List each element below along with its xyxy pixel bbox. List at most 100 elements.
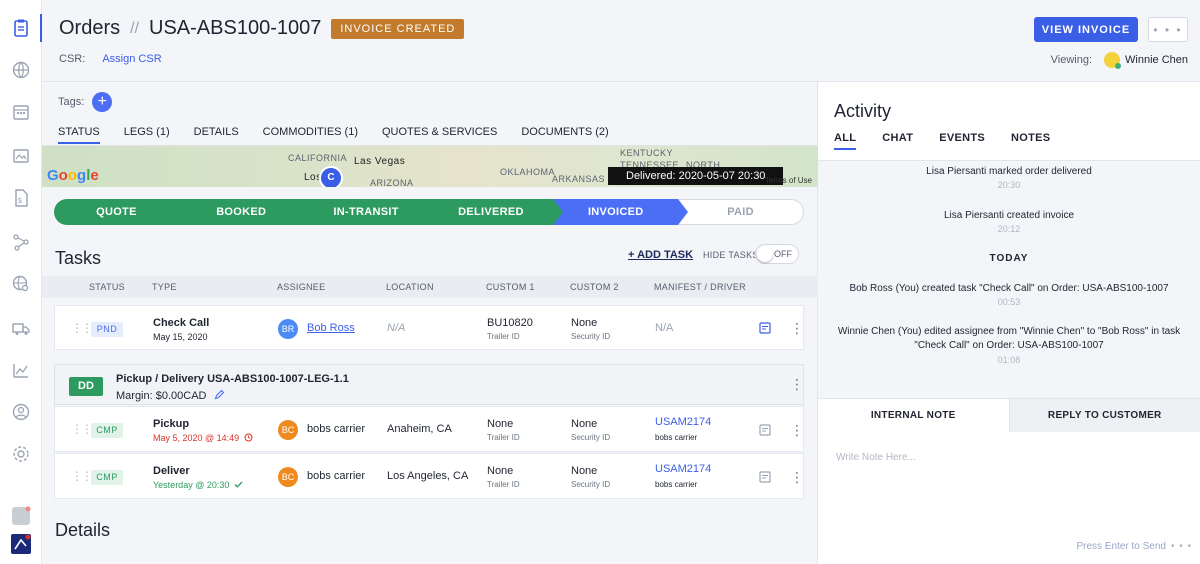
custom-2-label: Security ID	[571, 332, 611, 341]
network-icon[interactable]	[9, 230, 33, 254]
tasks-column-header: STATUS TYPE ASSIGNEE LOCATION CUSTOM 1 C…	[42, 276, 818, 298]
svg-text:$: $	[18, 198, 22, 205]
tab-commodities[interactable]: COMMODITIES (1)	[263, 122, 358, 144]
row-menu-icon[interactable]: ⋮	[790, 321, 804, 335]
globe-search-icon[interactable]	[9, 272, 33, 296]
map-label: OKLAHOMA	[500, 167, 556, 177]
drag-handle-icon[interactable]: ⋮⋮	[71, 422, 93, 436]
viewing-indicator: Viewing: Winnie Chen	[1051, 52, 1188, 69]
task-location: Anaheim, CA	[387, 423, 452, 435]
tab-status[interactable]: STATUS	[58, 122, 100, 144]
map-terms-link[interactable]: Terms of Use	[765, 176, 812, 185]
feed-day-divider: TODAY	[989, 253, 1029, 264]
custom-1-label: Trailer ID	[487, 332, 520, 341]
tab-details[interactable]: DETAILS	[194, 122, 239, 144]
manifest-value: N/A	[655, 322, 674, 334]
map-label: ARKANSAS	[552, 174, 606, 184]
truck-icon[interactable]	[9, 316, 33, 340]
send-options-icon[interactable]: • • •	[1171, 541, 1192, 552]
viewer-name: Winnie Chen	[1125, 54, 1188, 66]
more-options-button[interactable]: • • •	[1148, 17, 1188, 42]
tab-all[interactable]: ALL	[834, 132, 857, 150]
drag-handle-icon[interactable]: ⋮⋮	[71, 469, 93, 483]
google-logo: Google	[47, 167, 99, 184]
feed-time: 00:53	[997, 297, 1021, 307]
order-tabs: STATUS LEGS (1) DETAILS COMMODITIES (1) …	[42, 122, 818, 144]
hide-tasks-toggle[interactable]: OFF	[755, 244, 799, 264]
status-badge: INVOICE CREATED	[331, 18, 465, 39]
order-main-panel: Tags: + STATUS LEGS (1) DETAILS COMMODIT…	[42, 82, 818, 564]
task-type: Check Call	[153, 317, 210, 329]
drag-handle-icon[interactable]: ⋮⋮	[71, 321, 93, 335]
tab-internal-note[interactable]: INTERNAL NOTE	[818, 398, 1009, 432]
tab-chat[interactable]: CHAT	[882, 132, 913, 150]
document-icon[interactable]: $	[9, 186, 33, 210]
column-status: STATUS	[89, 282, 125, 292]
progress-step-invoiced: INVOICED	[553, 199, 679, 225]
view-invoice-button[interactable]: VIEW INVOICE	[1034, 17, 1138, 42]
section-title[interactable]: Orders	[59, 17, 120, 40]
globe-icon[interactable]	[9, 58, 33, 82]
calendar-icon[interactable]	[9, 100, 33, 124]
column-type: TYPE	[152, 282, 177, 292]
map-icon[interactable]	[9, 144, 33, 168]
feed-item: Lisa Piersanti marked order delivered	[926, 166, 1092, 177]
add-tag-button[interactable]: +	[92, 92, 113, 112]
leg-margin: Margin: $0.00CAD	[116, 389, 225, 402]
users-icon[interactable]	[9, 400, 33, 424]
progress-step-in-transit: IN-TRANSIT	[303, 199, 429, 225]
column-manifest-driver: MANIFEST / DRIVER	[654, 282, 746, 292]
clipboard-icon[interactable]	[9, 16, 33, 40]
route-map[interactable]: CALIFORNIA Las Vegas Los ARIZONA OKLAHOM…	[42, 145, 818, 187]
order-progress: QUOTE BOOKED IN-TRANSIT DELIVERED INVOIC…	[54, 199, 804, 225]
app-icon[interactable]	[9, 504, 33, 528]
table-row[interactable]: ⋮⋮ CMP Pickup May 5, 2020 @ 14:49 BC bob…	[54, 406, 804, 452]
task-type: Pickup	[153, 418, 190, 430]
manifest-link[interactable]: USAM2174	[655, 416, 711, 428]
compose-tabs: INTERNAL NOTE REPLY TO CUSTOMER	[818, 398, 1200, 432]
assignee-link[interactable]: Bob Ross	[307, 322, 355, 334]
table-row[interactable]: ⋮⋮ CMP Deliver Yesterday @ 20:30 BC bobs…	[54, 453, 804, 499]
assign-csr-link[interactable]: Assign CSR	[102, 53, 161, 65]
tab-legs[interactable]: LEGS (1)	[124, 122, 170, 144]
task-type: Deliver	[153, 465, 190, 477]
leg-header[interactable]: DD Pickup / Delivery USA-ABS100-1007-LEG…	[54, 364, 804, 405]
tab-documents[interactable]: DOCUMENTS (2)	[521, 122, 608, 144]
edit-pencil-icon[interactable]	[214, 389, 225, 400]
custom-1-label: Trailer ID	[487, 433, 520, 442]
column-custom-2: CUSTOM 2	[570, 282, 619, 292]
note-input[interactable]	[836, 452, 1186, 512]
tasks-heading: Tasks	[55, 248, 102, 268]
leg-title: Pickup / Delivery USA-ABS100-1007-LEG-1.…	[116, 373, 349, 385]
note-icon[interactable]	[759, 322, 771, 334]
task-date: Yesterday @ 20:30	[153, 480, 243, 490]
tags-label: Tags:	[58, 96, 85, 108]
driver-name: bobs carrier	[655, 433, 698, 442]
chart-icon[interactable]	[9, 358, 33, 382]
leg-margin-text: Margin: $0.00CAD	[116, 390, 207, 402]
table-row[interactable]: ⋮⋮ PND Check Call May 15, 2020 BR Bob Ro…	[54, 305, 804, 350]
brand-logo-icon[interactable]	[9, 532, 33, 556]
page-header: Orders // USA-ABS100-1007 INVOICE CREATE…	[42, 0, 1200, 82]
note-icon[interactable]	[759, 471, 771, 483]
leg-menu-icon[interactable]: ⋮	[790, 377, 804, 391]
settings-icon[interactable]	[9, 442, 33, 466]
map-marker[interactable]: C	[319, 166, 343, 187]
order-id: USA-ABS100-1007	[149, 17, 322, 39]
tab-quotes-services[interactable]: QUOTES & SERVICES	[382, 122, 497, 144]
row-menu-icon[interactable]: ⋮	[790, 470, 804, 484]
status-pill: CMP	[91, 423, 123, 438]
note-icon[interactable]	[759, 424, 771, 436]
left-rail: $	[0, 0, 43, 564]
row-menu-icon[interactable]: ⋮	[790, 423, 804, 437]
tab-events[interactable]: EVENTS	[939, 132, 985, 150]
progress-step-quote: QUOTE	[54, 199, 179, 225]
tab-reply-to-customer[interactable]: REPLY TO CUSTOMER	[1008, 398, 1200, 432]
tab-notes[interactable]: NOTES	[1011, 132, 1050, 150]
leg-badge: DD	[69, 377, 103, 396]
map-label: Las Vegas	[354, 156, 406, 167]
activity-feed[interactable]: Lisa Piersanti marked order delivered 20…	[818, 160, 1200, 398]
manifest-link[interactable]: USAM2174	[655, 463, 711, 475]
add-task-button[interactable]: + ADD TASK	[628, 249, 693, 261]
avatar: BC	[278, 420, 298, 440]
